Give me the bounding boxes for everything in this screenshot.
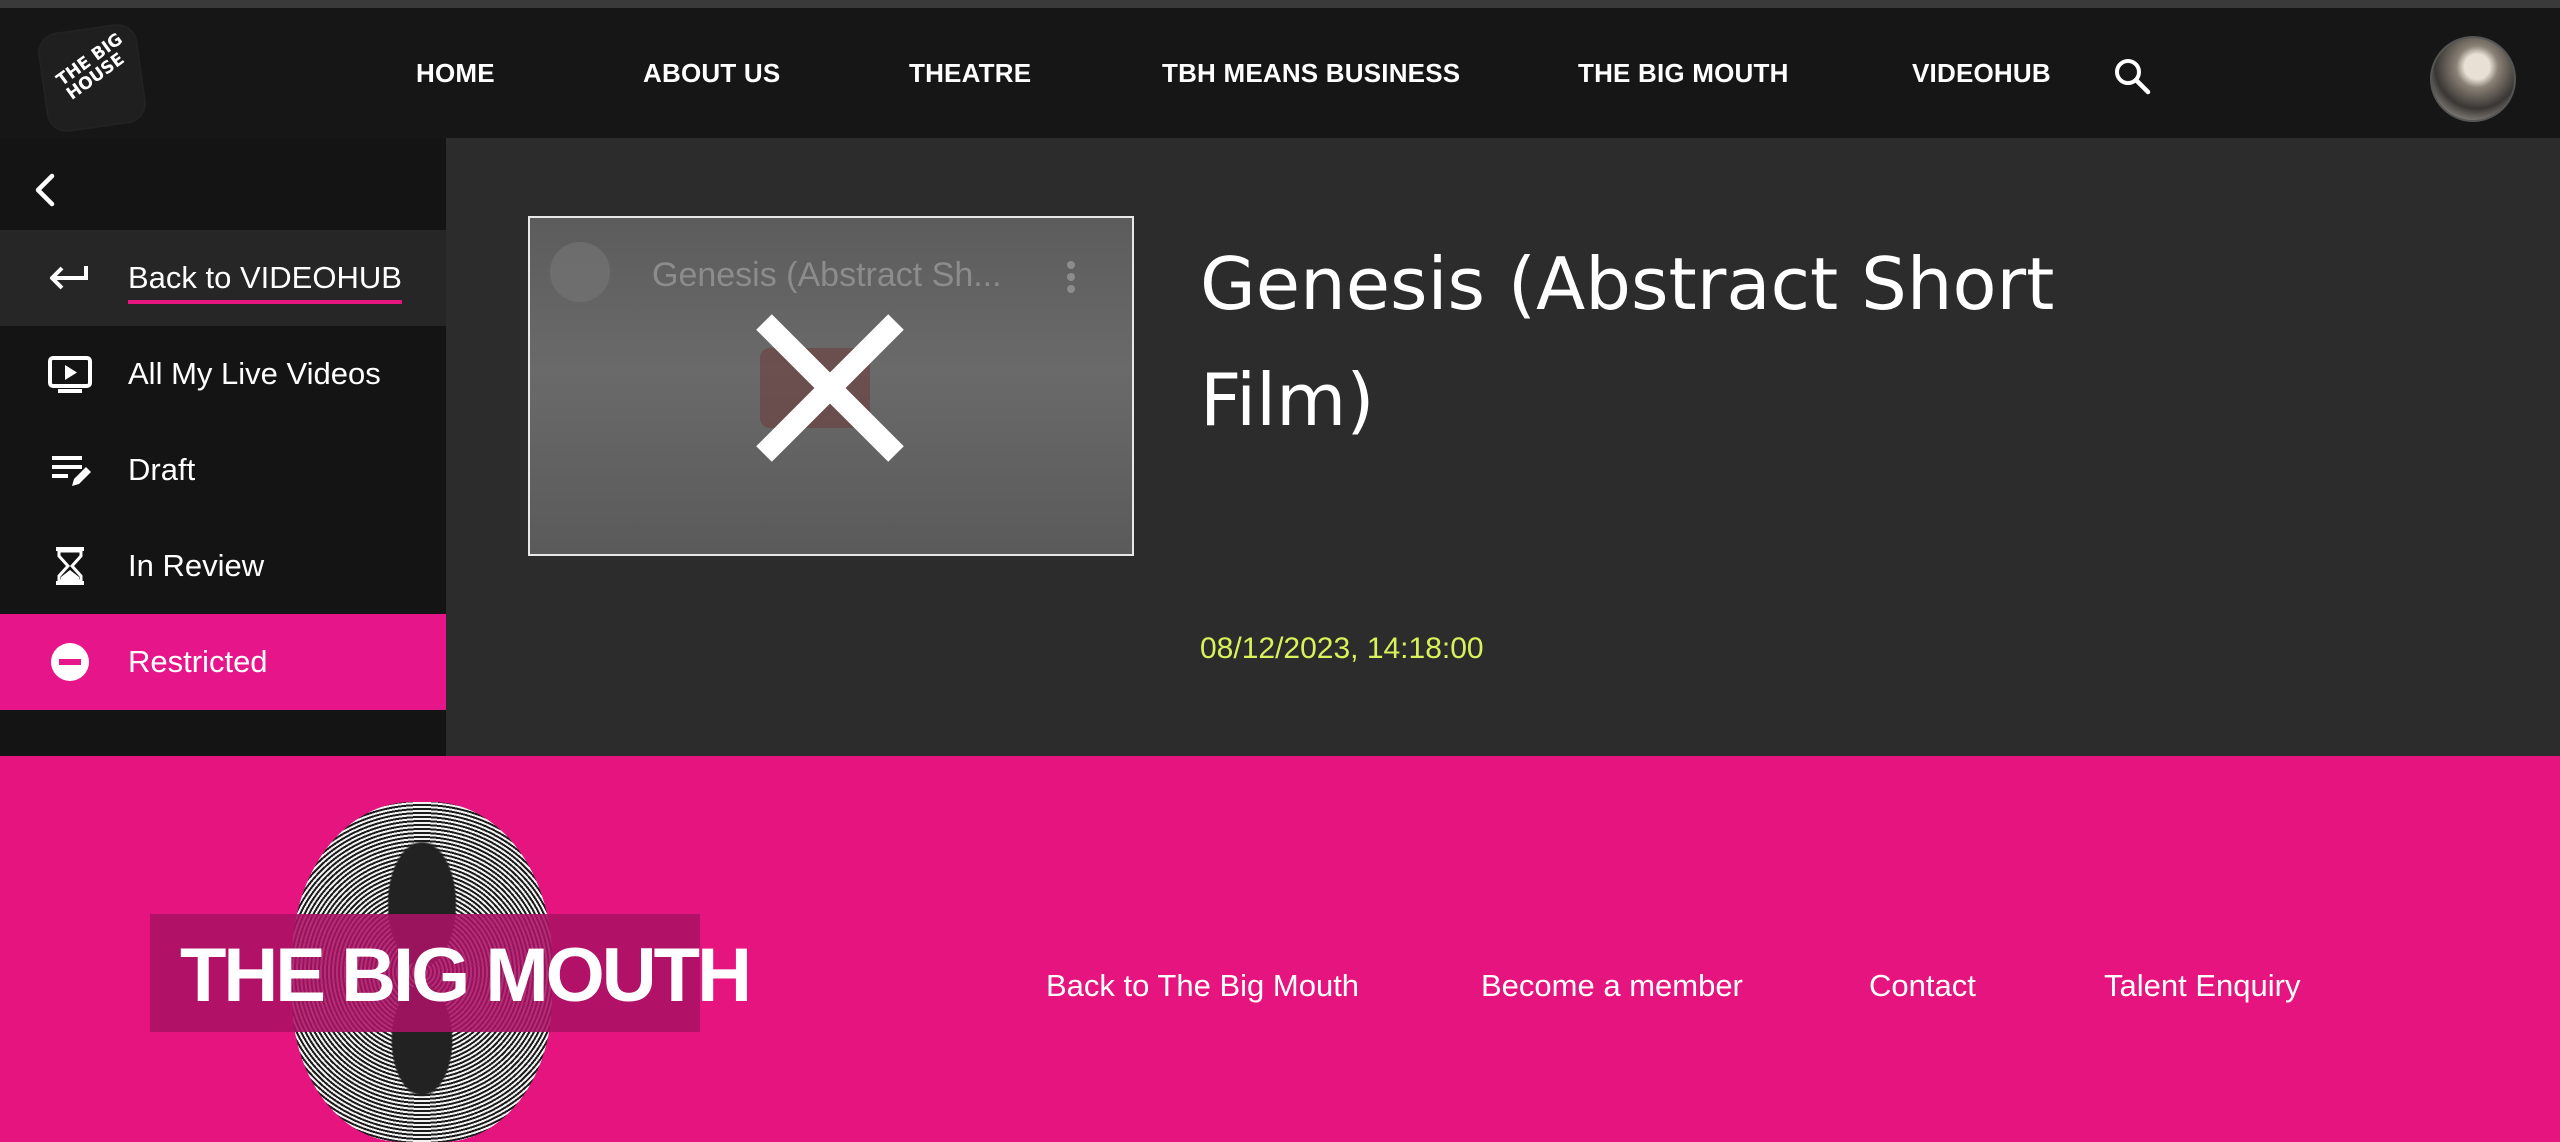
video-title: Genesis (Abstract Short Film) <box>1200 242 2055 442</box>
sidebar-item-label: In Review <box>128 548 265 583</box>
sidebar-item-in-review[interactable]: In Review <box>0 518 446 614</box>
minus-circle-icon <box>51 643 89 681</box>
search-icon[interactable] <box>2112 56 2152 96</box>
video-detail-panel: Genesis (Abstract Sh... Genesis (Abstrac… <box>446 138 2560 756</box>
nav-the-big-mouth[interactable]: THE BIG MOUTH <box>1578 58 1789 89</box>
nav-theatre[interactable]: THEATRE <box>909 58 1031 89</box>
sidebar-item-back-to-videohub[interactable]: Back to VIDEOHUB <box>0 230 446 326</box>
sidebar-item-label: Draft <box>128 452 196 487</box>
draft-edit-icon <box>52 456 91 486</box>
channel-avatar <box>550 242 610 302</box>
user-avatar[interactable] <box>2430 36 2516 122</box>
footer-link-talent-enquiry[interactable]: Talent Enquiry <box>2104 968 2300 1004</box>
nav-home[interactable]: HOME <box>416 58 495 89</box>
site-footer: THE BIG MOUTH Back to The Big Mouth Beco… <box>0 756 2560 1142</box>
sidebar-item-label: All My Live Videos <box>128 356 381 391</box>
footer-link-back-to-the-big-mouth[interactable]: Back to The Big Mouth <box>1046 968 1359 1004</box>
footer-link-contact[interactable]: Contact <box>1869 968 1976 1004</box>
hourglass-icon <box>56 547 84 585</box>
sidebar-item-label: Back to VIDEOHUB <box>128 260 402 304</box>
more-options-icon <box>1067 261 1075 293</box>
arrow-back-icon <box>50 266 88 290</box>
live-video-icon <box>48 356 92 393</box>
sidebar-item-restricted[interactable]: Restricted <box>0 614 446 710</box>
sidebar-item-draft[interactable]: Draft <box>0 422 446 518</box>
sidebar: Back to VIDEOHUB All My Live Videos Draf… <box>0 138 446 756</box>
footer-brand: THE BIG MOUTH <box>180 933 752 1018</box>
site-header: THE BIG HOUSE HOME ABOUT US THEATRE TBH … <box>0 8 2560 138</box>
sidebar-item-all-my-live-videos[interactable]: All My Live Videos <box>0 326 446 422</box>
site-logo[interactable]: THE BIG HOUSE <box>37 23 147 133</box>
sidebar-item-label: Restricted <box>128 644 268 679</box>
nav-videohub[interactable]: VIDEOHUB <box>1912 58 2051 89</box>
nav-about-us[interactable]: ABOUT US <box>643 58 780 89</box>
video-thumbnail[interactable]: Genesis (Abstract Sh... <box>528 216 1134 556</box>
footer-link-become-a-member[interactable]: Become a member <box>1481 968 1743 1004</box>
thumbnail-title: Genesis (Abstract Sh... <box>652 256 1002 294</box>
window-top-border <box>0 0 2560 8</box>
video-date: 08/12/2023, 14:18:00 <box>1200 632 1484 665</box>
logo-text: THE BIG HOUSE <box>52 29 129 105</box>
nav-tbh-means-business[interactable]: TBH MEANS BUSINESS <box>1162 58 1460 89</box>
chevron-left-icon[interactable] <box>26 170 66 210</box>
close-x-icon <box>756 314 904 462</box>
